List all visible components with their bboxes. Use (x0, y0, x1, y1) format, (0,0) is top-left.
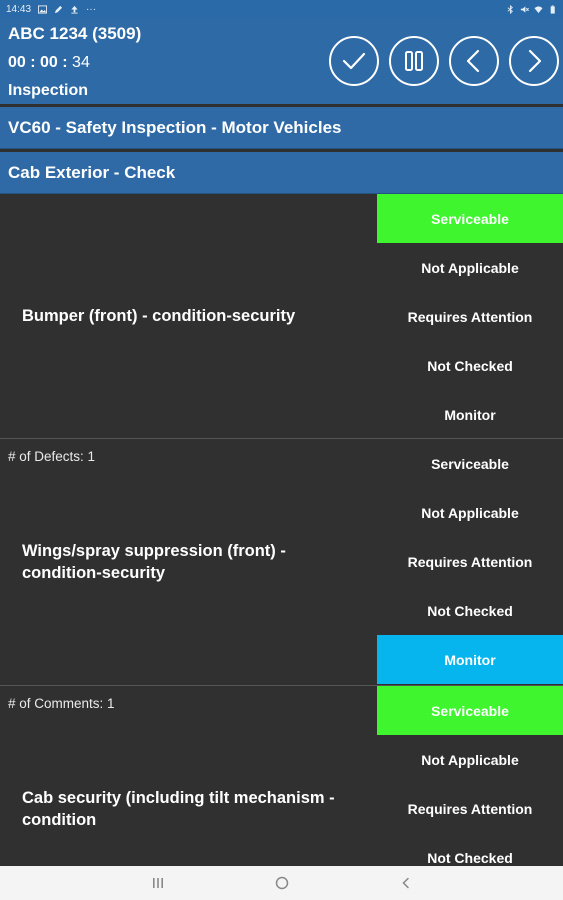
chevron-left-icon (466, 49, 480, 73)
status-overflow: ··· (86, 3, 97, 15)
item-label: Cab security (including tilt mechanism -… (22, 789, 335, 829)
wifi-icon (534, 5, 543, 13)
option-requires-attention[interactable]: Requires Attention (377, 292, 563, 341)
back-nav-button[interactable] (399, 876, 413, 890)
inspection-item: Bumper (front) - condition-security Serv… (0, 194, 563, 439)
option-not-applicable[interactable]: Not Applicable (377, 243, 563, 292)
option-monitor[interactable]: Monitor (377, 390, 563, 439)
pause-icon (405, 51, 423, 71)
mute-icon (520, 5, 529, 13)
back-nav-icon (401, 877, 409, 889)
status-bar: 14:43 ··· (0, 0, 563, 18)
elapsed-timer: 00 : 00 : 34 (8, 54, 90, 72)
section-title: Cab Exterior - Check (8, 162, 176, 182)
option-not-checked[interactable]: Not Checked (377, 833, 563, 866)
system-nav-bar (0, 866, 563, 900)
upload-notification-icon (71, 5, 78, 14)
option-serviceable[interactable]: Serviceable (377, 194, 563, 243)
inspection-item: # of Comments: 1 Cab security (including… (0, 686, 563, 866)
bluetooth-icon (507, 4, 513, 14)
option-not-checked[interactable]: Not Checked (377, 341, 563, 390)
comments-count: # of Comments: 1 (8, 696, 115, 711)
timer-hours-minutes: 00 : 00 : (8, 54, 68, 71)
inspection-item: # of Defects: 1 Wings/spray suppression … (0, 439, 563, 686)
image-notification-icon (38, 4, 48, 14)
battery-icon (550, 4, 555, 14)
pause-button[interactable] (389, 36, 439, 86)
option-serviceable[interactable]: Serviceable (377, 686, 563, 735)
chevron-right-icon (528, 49, 542, 73)
form-title: VC60 - Safety Inspection - Motor Vehicle… (8, 117, 342, 137)
recents-nav-button[interactable] (151, 876, 165, 890)
section-title-bar[interactable]: Cab Exterior - Check (0, 152, 563, 194)
previous-button[interactable] (449, 36, 499, 86)
complete-button[interactable] (329, 36, 379, 86)
vehicle-label: ABC 1234 (3509) (8, 24, 142, 43)
status-time: 14:43 (6, 3, 32, 15)
timer-seconds: 34 (72, 54, 90, 71)
inspection-header: ABC 1234 (3509) 00 : 00 : 34 Inspection (0, 18, 563, 104)
option-not-applicable[interactable]: Not Applicable (377, 735, 563, 784)
form-title-bar[interactable]: VC60 - Safety Inspection - Motor Vehicle… (0, 107, 563, 149)
home-nav-icon (275, 876, 288, 890)
defects-count: # of Defects: 1 (8, 449, 96, 464)
option-requires-attention[interactable]: Requires Attention (377, 784, 563, 833)
inspection-item-list[interactable]: Bumper (front) - condition-security Serv… (0, 194, 563, 866)
check-icon (342, 52, 366, 70)
option-serviceable[interactable]: Serviceable (377, 439, 563, 488)
mode-label: Inspection (8, 82, 89, 99)
option-group: Serviceable Not Applicable Requires Atte… (377, 439, 563, 684)
option-monitor[interactable]: Monitor (377, 635, 563, 684)
option-group: Serviceable Not Applicable Requires Atte… (377, 686, 563, 866)
item-label: Wings/spray suppression (front) - condit… (22, 542, 286, 582)
edit-notification-icon (54, 5, 63, 13)
item-label: Bumper (front) - condition-security (22, 307, 296, 325)
option-not-checked[interactable]: Not Checked (377, 586, 563, 635)
option-not-applicable[interactable]: Not Applicable (377, 488, 563, 537)
home-nav-button[interactable] (275, 876, 289, 890)
next-button[interactable] (509, 36, 559, 86)
option-group: Serviceable Not Applicable Requires Atte… (377, 194, 563, 439)
option-requires-attention[interactable]: Requires Attention (377, 537, 563, 586)
recents-nav-icon (152, 878, 163, 888)
